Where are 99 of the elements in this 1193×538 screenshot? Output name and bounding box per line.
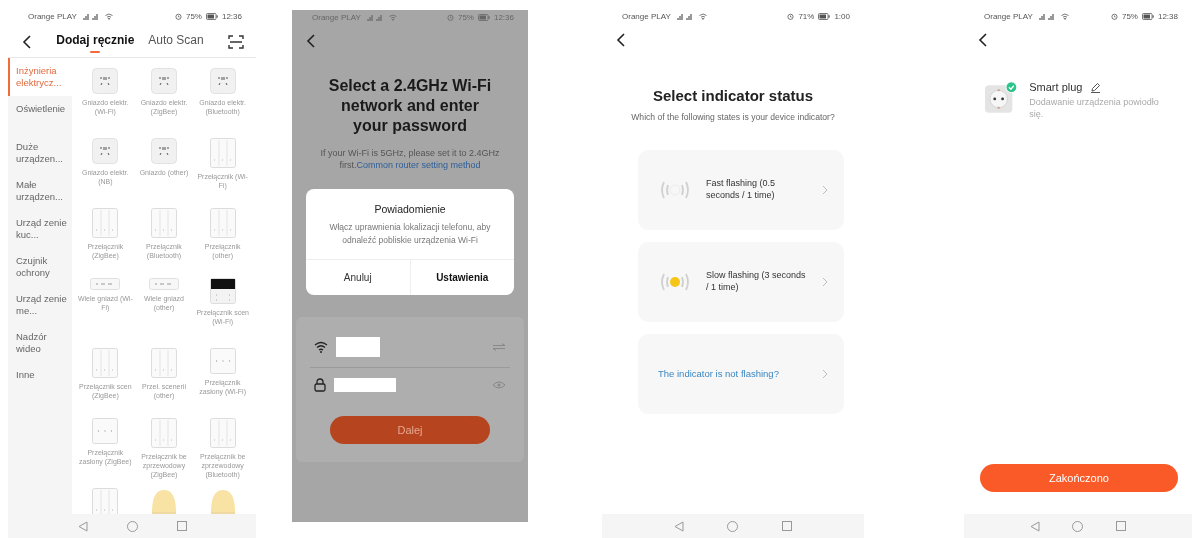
indicator-option[interactable]: Slow flashing (3 seconds / 1 time) (638, 242, 844, 322)
battery-percent: 71% (798, 12, 815, 21)
status-time: 1:00 (834, 12, 850, 21)
carrier-name: Orange PLAY (622, 12, 671, 21)
wall-switch-icon[interactable] (151, 208, 177, 238)
option-label: Fast flashing (0.5 seconds / 1 time) (706, 178, 777, 202)
battery-percent: 75% (1121, 12, 1138, 21)
chevron-icon (822, 369, 828, 379)
alarm-icon (787, 13, 795, 20)
wifi-icon (1060, 13, 1069, 20)
cancel-button[interactable]: Anuluj (306, 259, 410, 295)
confirm-button[interactable]: Ustawienia (409, 259, 514, 295)
scene-panel-icon[interactable] (209, 278, 236, 304)
curtain-switch-icon[interactable] (92, 418, 119, 444)
carrier-name: Orange PLAY (28, 12, 77, 21)
battery-icon (477, 14, 490, 21)
category-item[interactable]: Inne (8, 362, 72, 400)
lamp-icon[interactable] (151, 488, 177, 514)
wall-switch-icon[interactable] (92, 488, 119, 514)
category-item[interactable]: Nadzór wideo (8, 324, 72, 362)
curtain-switch-icon[interactable] (209, 348, 236, 374)
finish-button[interactable]: Zakończono (980, 464, 1178, 492)
battery-icon (1141, 13, 1154, 20)
wifi-icon (698, 13, 707, 20)
category-item[interactable]: Małe urządzen... (8, 172, 72, 210)
device-name: Smart plug (1029, 81, 1083, 93)
tab[interactable]: Dodaj ręcznie (56, 31, 135, 53)
indicator-option[interactable]: The indicator is not flashing? (638, 334, 844, 414)
category-item[interactable]: Urząd zenie me... (8, 286, 72, 324)
alarm-icon (446, 14, 454, 21)
edit-icon[interactable] (1090, 81, 1102, 93)
recents-nav-icon[interactable] (176, 521, 187, 531)
category-item[interactable]: Urząd zenie kuc... (8, 210, 72, 248)
dialog-message: Włącz uprawnienia lokalizacji telefonu, aby odnaleźć pobliskie urządzenia Wi-Fi (328, 221, 492, 248)
dialog-title: Powiadomienie (373, 202, 447, 216)
category-item[interactable]: Inżynieria elektrycz... (8, 58, 72, 96)
power-strip-icon[interactable] (90, 278, 121, 290)
signal-icon (366, 14, 385, 21)
page-subtitle: Which of the following states is your device indicator? (630, 111, 836, 122)
back-nav-icon[interactable] (1030, 520, 1041, 532)
wall-switch-icon[interactable] (209, 138, 236, 168)
status-time: 12:36 (221, 12, 242, 21)
lamp-icon[interactable] (209, 488, 236, 514)
network-name-field[interactable] (336, 336, 380, 357)
wifi-icon (314, 340, 328, 353)
swap-icon[interactable] (492, 342, 506, 351)
help-link: The indicator is not flashing? (658, 367, 780, 381)
socket-icon[interactable] (209, 68, 236, 94)
hint-text: If your Wi-Fi is 5GHz, please set it to 2.4GHz first.Common router setting method (319, 147, 501, 172)
power-strip-icon[interactable] (149, 278, 179, 290)
indicator-option[interactable]: Fast flashing (0.5 seconds / 1 time) (638, 150, 844, 230)
signal-icon (676, 13, 695, 20)
back-icon[interactable] (978, 33, 988, 47)
wall-switch-icon[interactable] (92, 208, 119, 238)
signal-icon (82, 13, 101, 20)
wall-switch-icon[interactable] (92, 348, 119, 378)
battery-icon (205, 13, 218, 20)
wifi-icon (388, 14, 397, 21)
option-label: Slow flashing (3 seconds / 1 time) (706, 270, 807, 294)
alarm-icon (1110, 13, 1118, 20)
socket-icon[interactable] (92, 138, 119, 164)
tab[interactable]: Auto Scan (148, 31, 204, 53)
battery-percent: 75% (185, 12, 202, 21)
wall-switch-icon[interactable] (151, 418, 177, 448)
wall-switch-icon[interactable] (209, 208, 236, 238)
back-nav-icon[interactable] (673, 520, 684, 532)
page-title: Select indicator status (651, 86, 815, 104)
wall-switch-icon[interactable] (209, 418, 236, 448)
socket-icon[interactable] (151, 68, 177, 94)
socket-icon[interactable] (151, 138, 177, 164)
category-item[interactable]: Czujnik ochrony (8, 248, 72, 286)
lock-icon (314, 377, 326, 392)
page-title: Select a 2.4GHz Wi-Fi network and enter your password (327, 76, 493, 136)
back-icon[interactable] (22, 35, 32, 49)
status-time: 12:38 (1157, 12, 1178, 21)
home-nav-icon[interactable] (1072, 520, 1084, 532)
category-item[interactable]: Duże urządzen... (8, 134, 72, 172)
carrier-name: Orange PLAY (984, 12, 1033, 21)
home-nav-icon[interactable] (126, 520, 138, 532)
recents-nav-icon[interactable] (782, 521, 793, 531)
back-icon[interactable] (616, 33, 626, 47)
battery-icon (818, 13, 831, 20)
alarm-icon (174, 13, 182, 20)
back-icon[interactable] (306, 34, 316, 48)
status-time: 12:36 (493, 13, 514, 22)
recents-nav-icon[interactable] (1115, 521, 1126, 531)
signal-icon (1038, 13, 1057, 20)
chevron-icon (822, 185, 828, 195)
scan-icon[interactable] (228, 35, 244, 49)
back-nav-icon[interactable] (77, 520, 88, 532)
success-message: Dodawanie urządzenia powiodło się. (1029, 97, 1160, 121)
wall-switch-icon[interactable] (151, 348, 177, 378)
socket-icon[interactable] (92, 68, 119, 94)
home-nav-icon[interactable] (727, 520, 739, 532)
password-field[interactable] (334, 377, 396, 392)
category-item[interactable]: Oświetlenie (8, 96, 72, 134)
wifi-icon (104, 13, 113, 20)
eye-icon[interactable] (492, 380, 506, 389)
chevron-icon (822, 277, 828, 287)
